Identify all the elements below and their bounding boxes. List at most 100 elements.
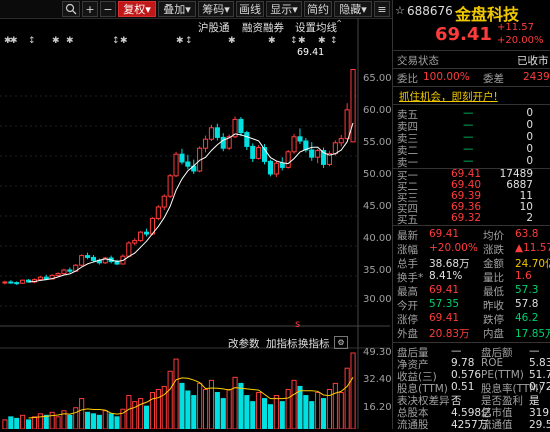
stat-value: 17.85万 — [515, 328, 550, 340]
candle-body[interactable] — [244, 132, 250, 147]
volume-bar — [256, 392, 262, 429]
candle-body[interactable] — [256, 147, 262, 159]
stat-label: 最新 — [397, 230, 418, 242]
candle-body[interactable] — [37, 276, 43, 281]
stat-label: 内盘 — [483, 328, 504, 340]
candle-body[interactable] — [273, 162, 279, 175]
overlay-label: 叠加 — [163, 3, 186, 16]
candle-body[interactable] — [2, 281, 8, 284]
event-marker[interactable]: ✱ — [176, 36, 184, 46]
candle-body[interactable] — [309, 149, 315, 158]
candle-body[interactable] — [132, 240, 138, 244]
candle-body[interactable] — [344, 109, 350, 140]
volume-bar — [320, 398, 327, 429]
candle-body[interactable] — [238, 118, 244, 134]
candle-body[interactable] — [20, 279, 26, 284]
candle-body[interactable] — [279, 162, 285, 168]
simple-button[interactable]: 简约 — [304, 1, 332, 17]
candle-body[interactable] — [202, 138, 209, 149]
plus-icon[interactable]: + — [82, 1, 98, 17]
candle-body[interactable] — [155, 206, 161, 219]
candle-body[interactable] — [114, 261, 120, 265]
candle-body[interactable] — [43, 276, 49, 280]
candle-body[interactable] — [250, 145, 256, 159]
candle-body[interactable] — [185, 161, 191, 167]
stat-label: 昨收 — [483, 300, 504, 312]
candle-body[interactable] — [61, 269, 67, 275]
event-marker[interactable]: ✱ — [10, 36, 18, 46]
volume-bar — [338, 392, 344, 429]
stat-value: 69.41 — [429, 284, 460, 296]
price-tick: 60.00 — [363, 105, 392, 116]
candle-body[interactable] — [67, 269, 73, 272]
search-icon[interactable] — [62, 1, 80, 17]
candle-body[interactable] — [285, 151, 291, 168]
candle-body[interactable] — [208, 127, 215, 140]
event-marker[interactable]: ↕ — [28, 36, 36, 46]
event-marker[interactable]: ✱ — [66, 36, 74, 46]
event-marker[interactable]: ✱ — [318, 36, 326, 46]
wc-label: 委差 — [483, 73, 504, 85]
minus-icon[interactable]: − — [100, 1, 116, 17]
more-icon[interactable]: ≡ — [374, 1, 390, 17]
volume-bar — [31, 416, 38, 429]
candle-body[interactable] — [138, 231, 144, 242]
event-marker[interactable]: ✱ — [298, 36, 306, 46]
quote-panel: ☆ 688676 金盘科技 69.41 +11.57 +20.00% 交易状态 … — [392, 0, 550, 431]
fund-label: 流通值 — [481, 419, 513, 431]
display-button[interactable]: 显示▾ — [266, 1, 302, 17]
candle-body[interactable] — [350, 69, 356, 143]
overlay-button[interactable]: 叠加▾ — [158, 1, 196, 17]
candle-body[interactable] — [161, 195, 167, 208]
fuquan-button[interactable]: 复权▾ — [118, 1, 156, 17]
candle-body[interactable] — [179, 153, 185, 163]
stat-value: 46.2 — [515, 312, 539, 324]
gear-icon[interactable]: ⚙ — [334, 336, 348, 349]
candle-body[interactable] — [90, 256, 97, 261]
draw-button[interactable]: 画线 — [236, 1, 264, 17]
volume-bar — [102, 410, 108, 429]
hide-button[interactable]: 隐藏▾ — [334, 1, 372, 17]
event-marker[interactable]: ✱ — [52, 36, 60, 46]
event-marker[interactable]: ✱ — [268, 36, 276, 46]
volume-bar — [155, 388, 161, 429]
price-tick: 30.00 — [363, 294, 392, 305]
candle-body[interactable] — [167, 175, 173, 197]
candle-body[interactable] — [8, 281, 14, 284]
candle-body[interactable] — [338, 138, 344, 144]
volume-bar — [309, 401, 315, 429]
candle-body[interactable] — [267, 160, 274, 175]
candle-body[interactable] — [214, 127, 220, 138]
event-marker-s[interactable]: s — [295, 319, 300, 330]
candle-body[interactable] — [332, 142, 338, 155]
volume-bar — [49, 411, 55, 429]
volume-bar — [244, 395, 250, 429]
candle-body[interactable] — [79, 255, 85, 266]
event-marker[interactable]: ✱ — [228, 36, 236, 46]
candle-body[interactable] — [84, 255, 91, 258]
open-account-link[interactable]: 抓住机会，即刻开户! — [399, 89, 498, 104]
event-marker[interactable]: ↕ — [112, 36, 120, 46]
event-marker[interactable]: ✱ — [120, 36, 128, 46]
candle-body[interactable] — [143, 231, 150, 235]
candle-body[interactable] — [14, 282, 20, 285]
candle-body[interactable] — [297, 136, 303, 142]
tab-add-indicator[interactable]: 加指标 — [266, 336, 298, 351]
wb-label: 委比 — [397, 73, 418, 85]
stat-row: 最高 69.41 最低 57.3 — [393, 284, 550, 298]
chips-button[interactable]: 筹码▾ — [198, 1, 234, 17]
candle-body[interactable] — [315, 150, 321, 158]
candle-body[interactable] — [55, 273, 61, 276]
event-marker[interactable]: ↕ — [330, 36, 338, 46]
candle-body[interactable] — [173, 153, 179, 177]
event-marker[interactable]: ↕ — [185, 36, 193, 46]
tab-switch-indicator[interactable]: 换指标 — [298, 336, 330, 351]
candle-body[interactable] — [220, 136, 226, 149]
star-icon[interactable]: ☆ — [395, 4, 405, 17]
tab-edit-params[interactable]: 改参数 — [228, 336, 260, 351]
candle-body[interactable] — [291, 136, 297, 153]
candle-body[interactable] — [126, 242, 132, 257]
stat-label: 量比 — [483, 272, 504, 284]
kline-svg[interactable]: ✱✱ ↕ ✱ ✱ ↕ ✱ ✱ ↕ ✱ ✱ ↕ ✱ ✱ ↕ — [0, 18, 390, 429]
event-marker[interactable]: ↕ — [290, 36, 298, 46]
